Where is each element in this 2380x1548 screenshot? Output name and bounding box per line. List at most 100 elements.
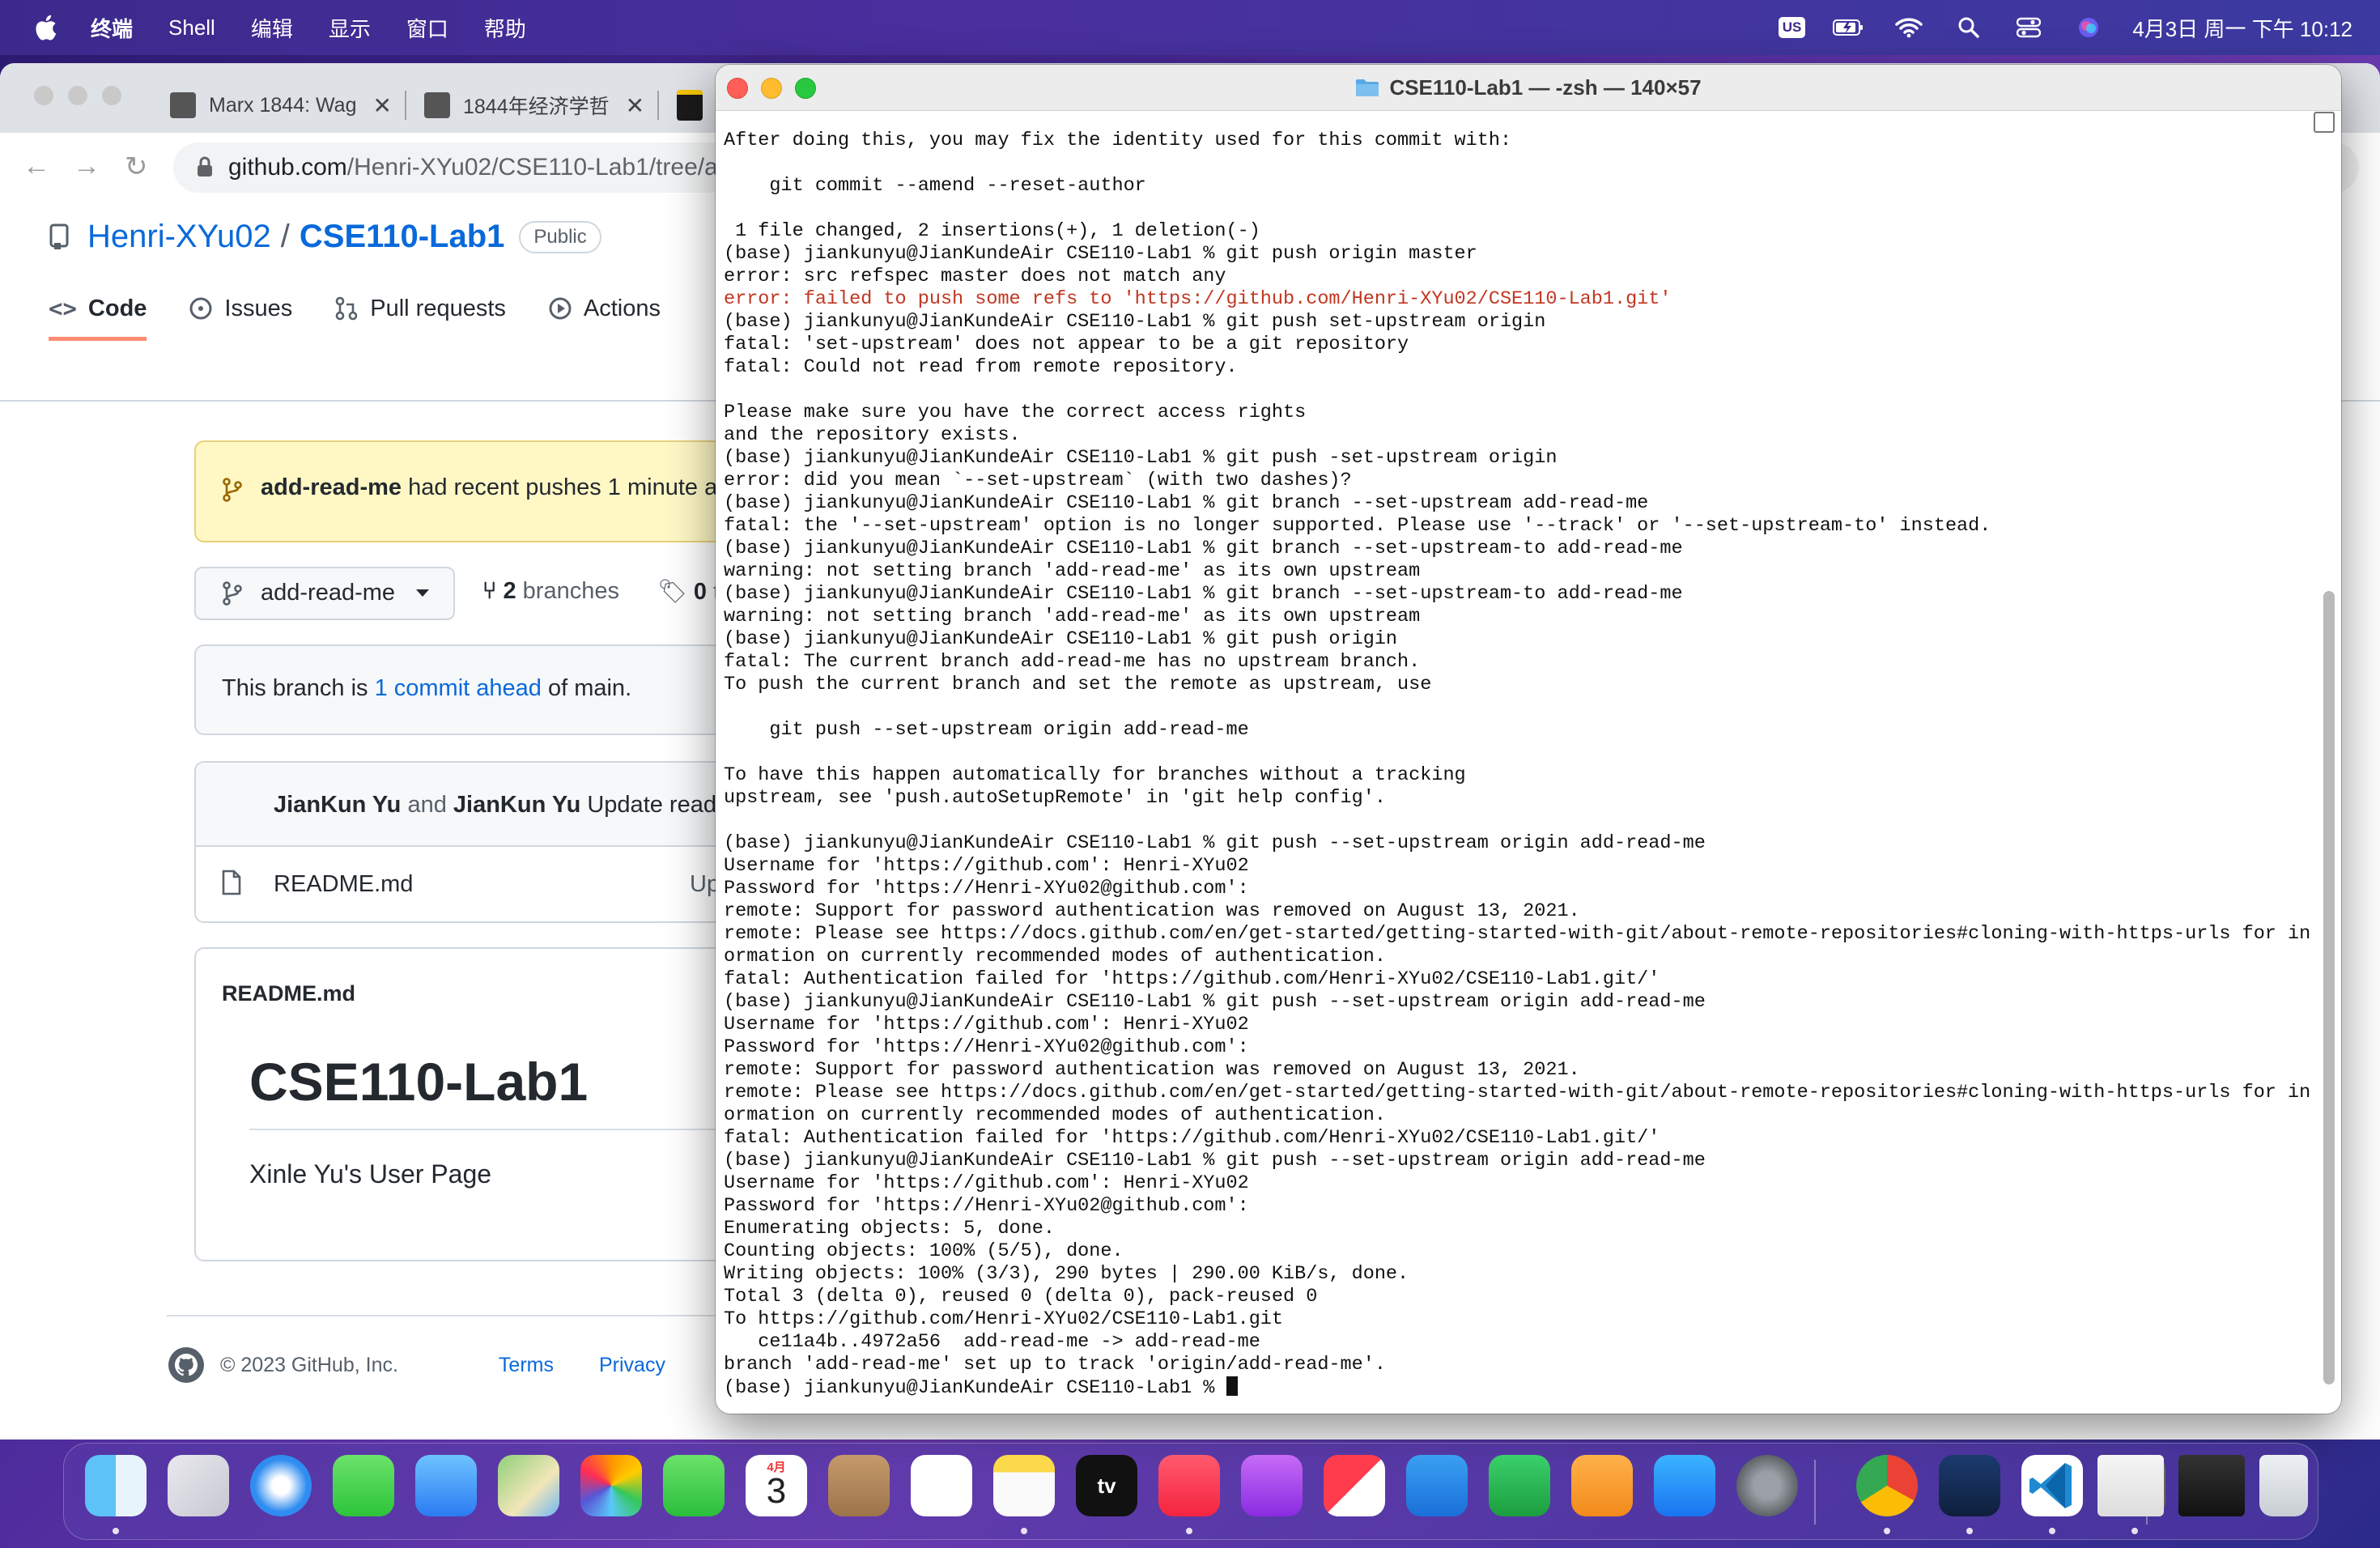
repo-name-link[interactable]: CSE110-Lab1 <box>300 219 504 255</box>
tab-actions[interactable]: Actions <box>548 280 661 337</box>
reminders-icon[interactable] <box>911 1455 972 1516</box>
menu-edit[interactable]: 编辑 <box>251 13 293 43</box>
tab-title: Marx 1844: Wag <box>209 93 357 117</box>
menu-terminal[interactable]: 终端 <box>91 13 133 43</box>
commit-message-link[interactable]: Update readm <box>587 792 736 818</box>
music-icon[interactable] <box>1158 1455 1220 1516</box>
chrome-icon[interactable] <box>1856 1455 1918 1516</box>
github-logo-icon[interactable] <box>167 1346 206 1384</box>
browser-tab[interactable] <box>677 78 716 133</box>
terminal-prompt-line[interactable]: (base) jiankunyu@JianKundeAir CSE110-Lab… <box>724 1376 2310 1399</box>
commit-ahead-link[interactable]: 1 commit ahead <box>375 675 542 701</box>
file-name-link[interactable]: README.md <box>274 871 413 898</box>
url-text[interactable]: github.com/Henri-XYu02/CSE110-Lab1/tree/… <box>228 154 732 181</box>
running-indicator-dot <box>113 1528 119 1534</box>
tab-issues[interactable]: Issues <box>189 280 292 337</box>
forward-arrow-icon[interactable]: → <box>73 151 100 182</box>
settings-icon[interactable] <box>1736 1455 1798 1516</box>
tab-pull-requests[interactable]: Pull requests <box>334 280 506 337</box>
terminal-line: (base) jiankunyu@JianKundeAir CSE110-Lab… <box>724 538 1683 559</box>
appstore-icon[interactable] <box>1654 1455 1715 1516</box>
repo-nav-tabs: <> Code Issues Pull requests Actions <box>49 280 661 341</box>
tab-close-icon[interactable]: ✕ <box>372 92 391 119</box>
tab-code[interactable]: <> Code <box>49 280 147 341</box>
numbers-icon[interactable] <box>1489 1455 1550 1516</box>
lock-icon[interactable] <box>196 156 214 177</box>
news-icon[interactable] <box>1324 1455 1385 1516</box>
browser-minimize-button[interactable] <box>68 86 87 105</box>
spotlight-search-icon[interactable] <box>1953 15 1985 40</box>
messages-icon[interactable] <box>333 1455 394 1516</box>
tab-close-icon[interactable]: ✕ <box>626 92 644 119</box>
wifi-icon[interactable] <box>1893 15 1925 40</box>
tab-label: Code <box>87 295 147 321</box>
clock-datetime[interactable]: 4月3日 周一 下午 10:12 <box>2132 13 2352 43</box>
reload-icon[interactable]: ↻ <box>125 151 148 183</box>
branches-link[interactable]: ⑂ 2 branches <box>482 578 619 605</box>
terminal-output[interactable]: After doing this, you may fix the identi… <box>724 130 2310 1409</box>
steam-icon[interactable] <box>1939 1455 2000 1516</box>
maps-icon[interactable] <box>498 1455 559 1516</box>
podcasts-icon[interactable] <box>1241 1455 1303 1516</box>
banner-text: add-read-me had recent pushes 1 minute a <box>261 474 717 501</box>
branch-selector-button[interactable]: add-read-me <box>194 567 455 620</box>
terminal-scrollbar[interactable] <box>2323 591 2335 1384</box>
terminal-split-icon[interactable] <box>2314 112 2335 133</box>
browser-close-button[interactable] <box>34 86 53 105</box>
footer-terms-link[interactable]: Terms <box>499 1354 554 1377</box>
branch-icon <box>223 478 242 502</box>
vscode-icon[interactable] <box>2021 1455 2083 1516</box>
terminal-line: To push the current branch and set the r… <box>724 674 1432 695</box>
footer-privacy-link[interactable]: Privacy <box>599 1354 665 1377</box>
battery-icon[interactable] <box>1833 15 1865 40</box>
notes-icon[interactable] <box>993 1455 1055 1516</box>
menu-shell[interactable]: Shell <box>168 15 215 40</box>
calendar-icon[interactable]: 4月 3 <box>746 1455 807 1516</box>
apple-icon[interactable] <box>32 14 58 41</box>
browser-zoom-button[interactable] <box>102 86 121 105</box>
terminal-line: ormation on currently recommended modes … <box>724 1104 1386 1126</box>
terminal-line: Password for 'https://Henri-XYu02@github… <box>724 878 1249 899</box>
photos-icon[interactable] <box>580 1455 642 1516</box>
browser-tab[interactable]: Marx 1844: Wag ✕ <box>170 78 392 133</box>
terminal-line: Writing objects: 100% (3/3), 290 bytes |… <box>724 1263 1409 1285</box>
menu-view[interactable]: 显示 <box>329 13 371 43</box>
facetime-icon[interactable] <box>663 1455 725 1516</box>
pages-icon[interactable] <box>1571 1455 1633 1516</box>
trash-icon[interactable] <box>2259 1455 2308 1516</box>
readme-header[interactable]: README.md <box>222 981 355 1006</box>
contacts-icon[interactable] <box>828 1455 890 1516</box>
back-arrow-icon[interactable]: ← <box>23 151 50 182</box>
commit-author[interactable]: JianKun Yu <box>274 792 401 818</box>
terminal-line: remote: Support for password authenticat… <box>724 1059 1580 1081</box>
control-center-icon[interactable] <box>2012 15 2045 40</box>
terminal-titlebar[interactable]: CSE110-Lab1 — -zsh — 140×57 <box>716 65 2341 111</box>
launchpad-icon[interactable] <box>168 1455 229 1516</box>
minimized-window-thumbnail[interactable] <box>2097 1455 2164 1516</box>
siri-icon[interactable] <box>2072 15 2105 40</box>
repo-owner-link[interactable]: Henri-XYu02 <box>87 219 271 255</box>
keynote-icon[interactable] <box>1406 1455 1468 1516</box>
appletv-icon[interactable]: tv <box>1076 1455 1137 1516</box>
finder-icon[interactable] <box>85 1455 147 1516</box>
ahead-suffix: of main. <box>541 675 632 701</box>
banner-branch-name[interactable]: add-read-me <box>261 474 402 500</box>
tab-title: 1844年经济学哲 <box>463 96 610 118</box>
commit-coauthor[interactable]: JianKun Yu <box>453 792 580 818</box>
menu-help[interactable]: 帮助 <box>484 13 526 43</box>
dock: 4月3tv>_ <box>63 1443 2318 1540</box>
terminal-line: Password for 'https://Henri-XYu02@github… <box>724 1036 1249 1058</box>
tags-link[interactable]: 🏷 0 t <box>657 578 720 606</box>
mail-icon[interactable] <box>415 1455 477 1516</box>
file-row[interactable]: README.md Up <box>196 847 763 921</box>
safari-icon[interactable] <box>250 1455 312 1516</box>
menu-window[interactable]: 窗口 <box>406 13 448 43</box>
readme-panel: README.md CSE110-Lab1 Xinle Yu's User Pa… <box>194 947 767 1261</box>
minimized-window-thumbnail[interactable] <box>2178 1455 2245 1516</box>
browser-tab[interactable]: 1844年经济学哲 ✕ <box>424 78 644 133</box>
terminal-line: (base) jiankunyu@JianKundeAir CSE110-Lab… <box>724 628 1398 650</box>
pull-request-icon <box>335 296 358 321</box>
input-source-indicator[interactable]: US <box>1778 17 1806 38</box>
